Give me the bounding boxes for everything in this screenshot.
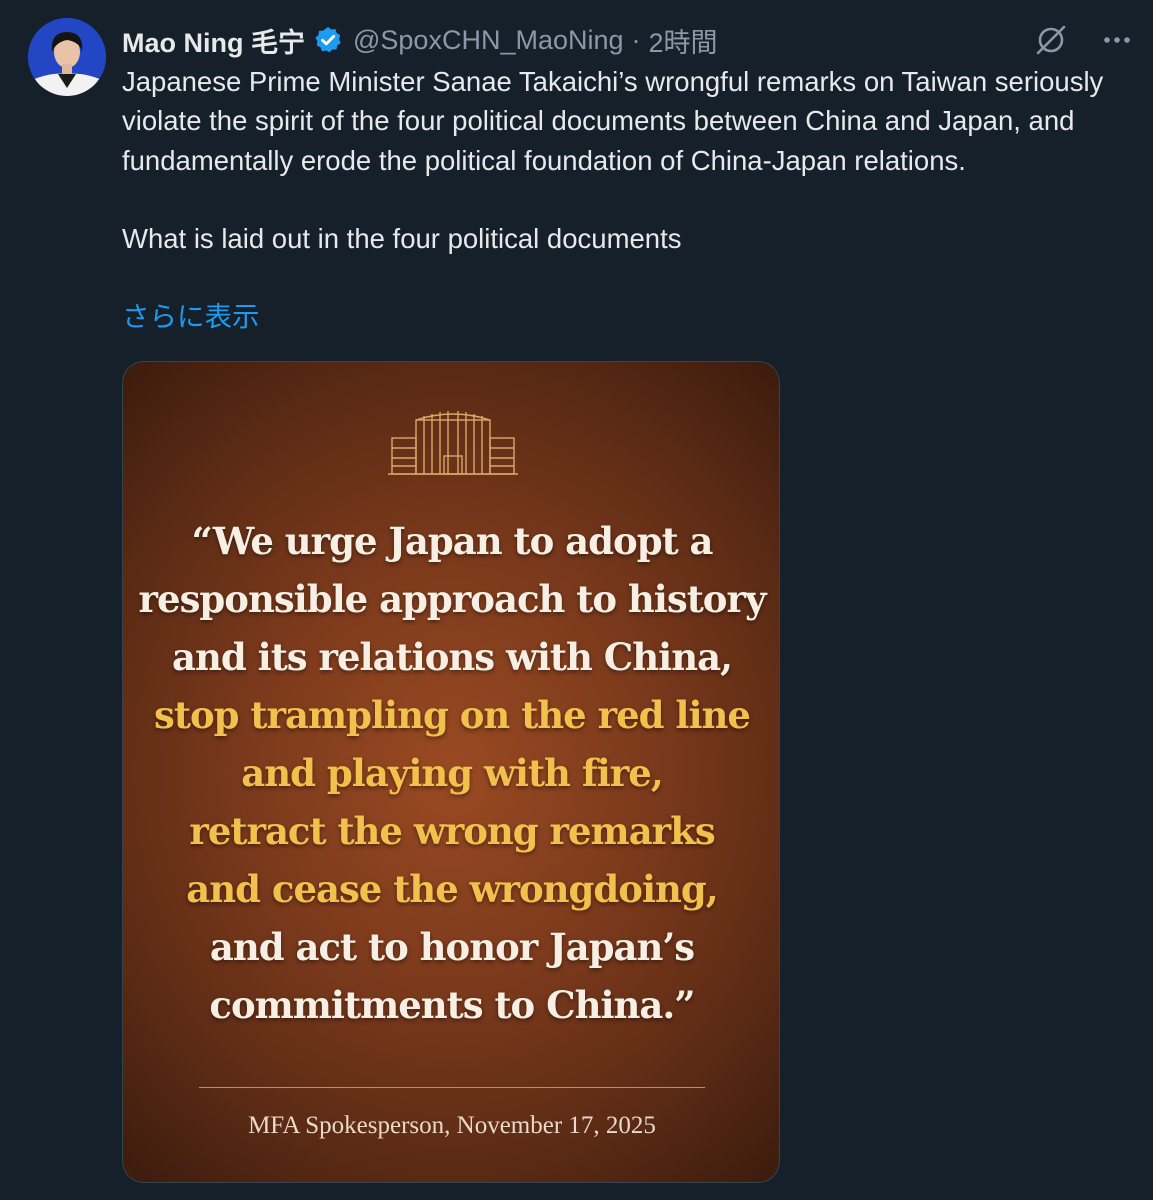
attribution: MFA Spokesperson, November 17, 2025 [248, 1112, 656, 1139]
avatar[interactable] [28, 18, 106, 96]
show-more-link[interactable]: さらに表示 [122, 297, 260, 336]
tweet-actions-top [1033, 22, 1135, 58]
quote-line: responsible approach to history [138, 577, 767, 621]
quote-line: “We urge Japan to adopt a [191, 519, 713, 563]
quote-line: retract the wrong remarks [189, 809, 715, 853]
verified-badge-icon [313, 25, 343, 55]
media-image[interactable]: “We urge Japan to adopt a responsible app… [122, 361, 780, 1183]
display-name[interactable]: Mao Ning 毛宁 [122, 21, 305, 60]
quote-line: and playing with fire, [241, 751, 663, 795]
author-handle[interactable]: @SpoxCHN_MaoNing [353, 25, 624, 56]
building-icon [388, 411, 518, 475]
tweet-text: Japanese Prime Minister Sanae Takaichi’s… [122, 66, 1104, 255]
tweet[interactable]: Mao Ning 毛宁 @SpoxCHN_MaoNing · 2時間 Japan [0, 0, 1153, 1200]
quote-line: commitments to China.” [209, 983, 695, 1027]
divider [199, 1087, 705, 1088]
quote-line: and cease the wrongdoing, [186, 867, 718, 911]
grok-icon[interactable] [1033, 22, 1069, 58]
more-icon[interactable] [1099, 22, 1135, 58]
timestamp[interactable]: 2時間 [649, 21, 718, 60]
separator-dot: · [631, 24, 641, 55]
quote-text: “We urge Japan to adopt a responsible app… [123, 512, 779, 1034]
quote-line: and its relations with China, [172, 635, 733, 679]
quote-line: stop trampling on the red line [154, 693, 751, 737]
tweet-header: Mao Ning 毛宁 @SpoxCHN_MaoNing · 2時間 [122, 20, 718, 60]
quote-line: and act to honor Japan’s [209, 925, 695, 969]
